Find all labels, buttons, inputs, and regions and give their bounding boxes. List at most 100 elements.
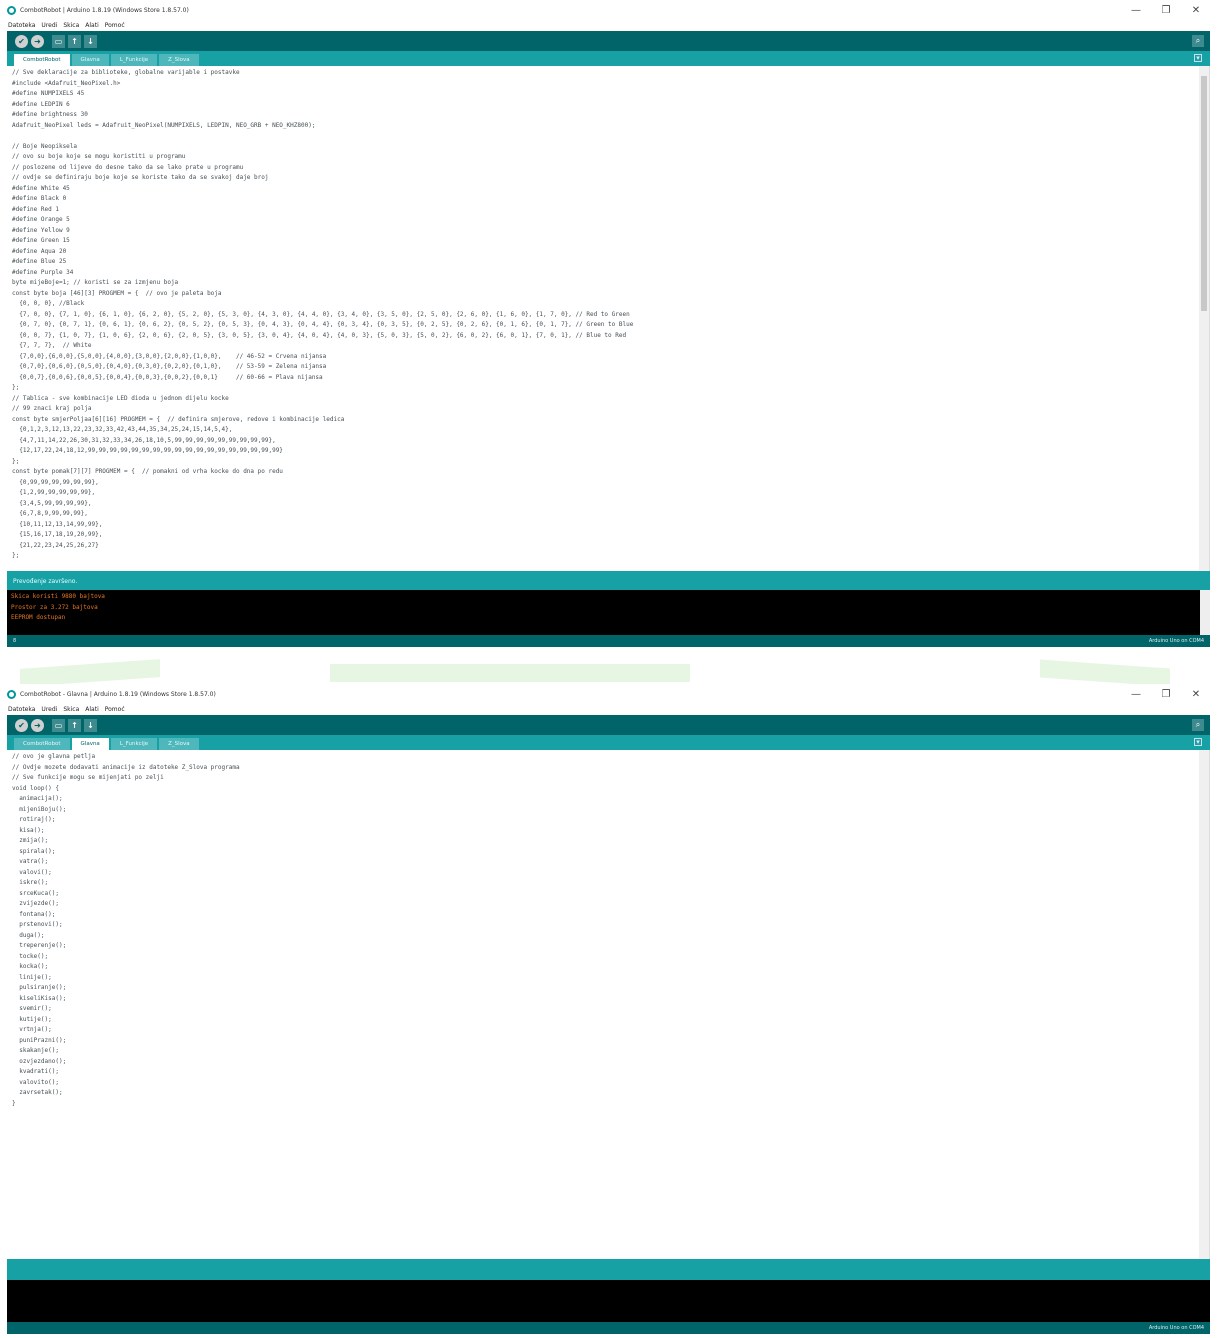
code-line[interactable]: #define Aqua 20: [12, 247, 1204, 258]
code-line[interactable]: const byte pomak[7][7] PROGMEM = { // po…: [12, 467, 1204, 478]
code-line[interactable]: // poslozene od lijeve do desne tako da …: [12, 163, 1204, 174]
code-line[interactable]: zmija();: [12, 836, 1204, 847]
code-line[interactable]: kvadrati();: [12, 1067, 1204, 1078]
editor-scrollbar[interactable]: [1199, 750, 1209, 1259]
code-line[interactable]: valovito();: [12, 1078, 1204, 1089]
menu-help[interactable]: Pomoć: [105, 706, 125, 713]
code-line[interactable]: {10,11,12,13,14,99,99},: [12, 520, 1204, 531]
code-line[interactable]: kisa();: [12, 826, 1204, 837]
console-scrollbar[interactable]: [1200, 590, 1210, 635]
code-line[interactable]: };: [12, 383, 1204, 394]
code-line[interactable]: #define Black 0: [12, 194, 1204, 205]
code-line[interactable]: {0, 0, 7}, {1, 0, 7}, {1, 0, 6}, {2, 0, …: [12, 331, 1204, 342]
code-line[interactable]: vrtnja();: [12, 1025, 1204, 1036]
code-line[interactable]: #define Orange 5: [12, 215, 1204, 226]
code-line[interactable]: [12, 131, 1204, 142]
code-line[interactable]: {0,7,0},{0,6,0},{0,5,0},{0,4,0},{0,3,0},…: [12, 362, 1204, 373]
code-line[interactable]: // ovo su boje koje se mogu koristiti u …: [12, 152, 1204, 163]
verify-button[interactable]: ✔: [15, 718, 28, 732]
code-line[interactable]: kiseliKisa();: [12, 994, 1204, 1005]
code-line[interactable]: #define Yellow 9: [12, 226, 1204, 237]
upload-button[interactable]: ➜: [31, 34, 44, 48]
tab-combotrobot[interactable]: CombotRobot: [14, 738, 70, 750]
menu-edit[interactable]: Uredi: [41, 22, 57, 29]
code-line[interactable]: {15,16,17,18,19,20,99},: [12, 530, 1204, 541]
new-sketch-button[interactable]: ▭: [52, 34, 65, 48]
maximize-button[interactable]: ❐: [1151, 0, 1181, 20]
open-sketch-button[interactable]: ↑: [68, 718, 81, 732]
code-line[interactable]: tocke();: [12, 952, 1204, 963]
menu-file[interactable]: Datoteka: [8, 22, 35, 29]
code-line[interactable]: #define Green 15: [12, 236, 1204, 247]
verify-button[interactable]: ✔: [15, 34, 28, 48]
code-line[interactable]: duga();: [12, 931, 1204, 942]
code-line[interactable]: #define brightness 30: [12, 110, 1204, 121]
code-editor[interactable]: // Sve deklaracije za biblioteke, global…: [7, 66, 1210, 571]
code-line[interactable]: srceKuca();: [12, 889, 1204, 900]
code-line[interactable]: #define LEDPIN 6: [12, 100, 1204, 111]
tab-glavna[interactable]: Glavna: [71, 54, 109, 66]
code-line[interactable]: {0,1,2,3,12,13,22,23,32,33,42,43,44,35,3…: [12, 425, 1204, 436]
serial-monitor-button[interactable]: ⌕: [1192, 35, 1204, 47]
tab-menu-icon[interactable]: ▾: [1194, 54, 1202, 62]
code-line[interactable]: fontana();: [12, 910, 1204, 921]
menu-tools[interactable]: Alati: [85, 706, 98, 713]
tab-l-funkcije[interactable]: L_Funkcije: [110, 738, 158, 750]
code-line[interactable]: }: [12, 1099, 1204, 1110]
code-line[interactable]: #define White 45: [12, 184, 1204, 195]
code-line[interactable]: pulsiranje();: [12, 983, 1204, 994]
code-line[interactable]: spirala();: [12, 847, 1204, 858]
maximize-button[interactable]: ❐: [1151, 684, 1181, 704]
code-line[interactable]: const byte smjerPoljaa[6][16] PROGMEM = …: [12, 415, 1204, 426]
code-line[interactable]: #define NUMPIXELS 45: [12, 89, 1204, 100]
code-line[interactable]: {0, 7, 0}, {0, 7, 1}, {0, 6, 1}, {0, 6, …: [12, 320, 1204, 331]
code-line[interactable]: {4,7,11,14,22,26,30,31,32,33,34,26,18,10…: [12, 436, 1204, 447]
menu-file[interactable]: Datoteka: [8, 706, 35, 713]
code-line[interactable]: {0,0,7},{0,0,6},{0,0,5},{0,0,4},{0,0,3},…: [12, 373, 1204, 384]
code-line[interactable]: skakanje();: [12, 1046, 1204, 1057]
code-line[interactable]: // Sve deklaracije za biblioteke, global…: [12, 68, 1204, 79]
close-button[interactable]: ✕: [1181, 684, 1211, 704]
menu-tools[interactable]: Alati: [85, 22, 98, 29]
code-line[interactable]: {7, 0, 0}, {7, 1, 0}, {6, 1, 0}, {6, 2, …: [12, 310, 1204, 321]
code-line[interactable]: Adafruit_NeoPixel leds = Adafruit_NeoPix…: [12, 121, 1204, 132]
code-line[interactable]: {21,22,23,24,25,26,27}: [12, 541, 1204, 552]
upload-button[interactable]: ➜: [31, 718, 44, 732]
code-line[interactable]: zavrsetak();: [12, 1088, 1204, 1099]
close-button[interactable]: ✕: [1181, 0, 1211, 20]
code-line[interactable]: {0,99,99,99,99,99,99},: [12, 478, 1204, 489]
code-line[interactable]: kocka();: [12, 962, 1204, 973]
code-line[interactable]: const byte boja [46][3] PROGMEM = { // o…: [12, 289, 1204, 300]
code-text[interactable]: // ovo je glavna petlja// Ovdje mozete d…: [7, 750, 1209, 1111]
code-line[interactable]: // Ovdje mozete dodavati animacije iz da…: [12, 763, 1204, 774]
code-line[interactable]: #define Purple 34: [12, 268, 1204, 279]
code-line[interactable]: };: [12, 457, 1204, 468]
tab-glavna[interactable]: Glavna: [71, 738, 109, 750]
code-line[interactable]: // ovo je glavna petlja: [12, 752, 1204, 763]
code-line[interactable]: {3,4,5,99,99,99,99},: [12, 499, 1204, 510]
code-line[interactable]: {6,7,8,9,99,99,99},: [12, 509, 1204, 520]
tab-menu-icon[interactable]: ▾: [1194, 738, 1202, 746]
tab-z-slova[interactable]: Z_Slova: [159, 54, 199, 66]
menu-help[interactable]: Pomoć: [105, 22, 125, 29]
code-line[interactable]: #define Red 1: [12, 205, 1204, 216]
code-line[interactable]: // Tablica - sve kombinacije LED dioda u…: [12, 394, 1204, 405]
code-line[interactable]: // Sve funkcije mogu se mijenjati po zel…: [12, 773, 1204, 784]
scrollbar-thumb[interactable]: [1201, 76, 1207, 311]
tab-z-slova[interactable]: Z_Slova: [159, 738, 199, 750]
code-line[interactable]: vatra();: [12, 857, 1204, 868]
code-line[interactable]: mijeniBoju();: [12, 805, 1204, 816]
code-line[interactable]: #include <Adafruit_NeoPixel.h>: [12, 79, 1204, 90]
code-line[interactable]: animacija();: [12, 794, 1204, 805]
code-line[interactable]: {12,17,22,24,18,12,99,99,99,99,99,99,99,…: [12, 446, 1204, 457]
code-line[interactable]: byte mijeBoje=1; // koristi se za izmjen…: [12, 278, 1204, 289]
code-line[interactable]: zvijezde();: [12, 899, 1204, 910]
code-line[interactable]: kutije();: [12, 1015, 1204, 1026]
minimize-button[interactable]: —: [1121, 684, 1151, 704]
minimize-button[interactable]: —: [1121, 0, 1151, 20]
menu-sketch[interactable]: Skica: [63, 22, 79, 29]
code-line[interactable]: // 99 znaci kraj polja: [12, 404, 1204, 415]
code-line[interactable]: svemir();: [12, 1004, 1204, 1015]
save-sketch-button[interactable]: ↓: [84, 34, 97, 48]
code-line[interactable]: prstenovi();: [12, 920, 1204, 931]
